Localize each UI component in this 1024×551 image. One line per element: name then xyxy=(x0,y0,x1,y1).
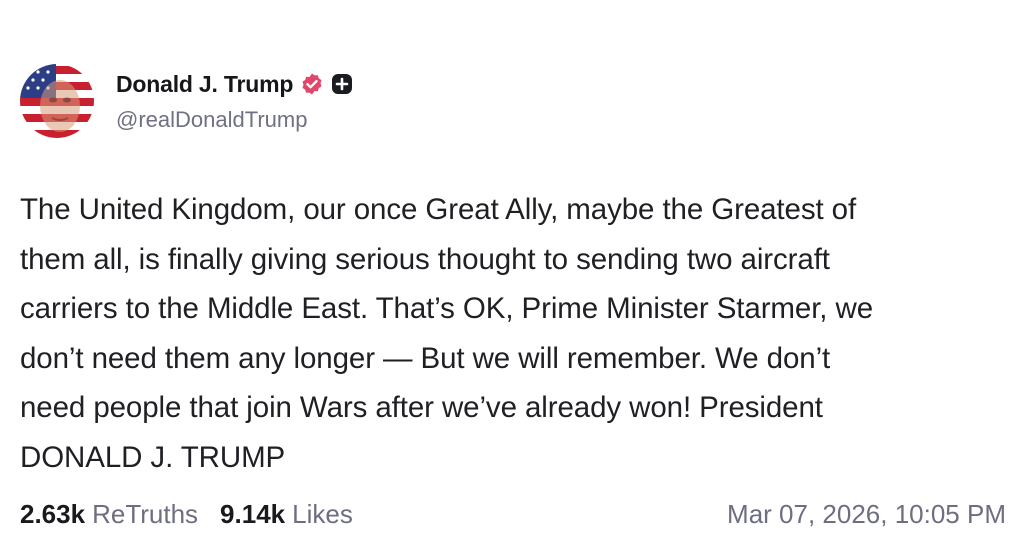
post-footer: 2.63k ReTruths 9.14k Likes Mar 07, 2026,… xyxy=(20,496,1006,532)
likes-label: Likes xyxy=(292,498,353,529)
truth-post: Donald J. Trump @realDonaldTrump The Uni… xyxy=(0,0,1024,551)
retruths-count: 2.63k xyxy=(20,498,86,529)
author-identity: Donald J. Trump @realDonaldTrump xyxy=(116,69,353,133)
likes-stat[interactable]: 9.14k Likes xyxy=(220,499,353,530)
plus-badge-icon xyxy=(331,73,353,95)
avatar[interactable] xyxy=(20,64,94,138)
name-row: Donald J. Trump xyxy=(116,69,353,99)
retruths-label: ReTruths xyxy=(92,498,199,529)
post-timestamp[interactable]: Mar 07, 2026, 10:05 PM xyxy=(727,499,1006,530)
retruths-stat[interactable]: 2.63k ReTruths xyxy=(20,499,198,530)
verified-badge-icon xyxy=(300,72,324,96)
display-name[interactable]: Donald J. Trump xyxy=(116,71,293,98)
flag-portrait-avatar-icon xyxy=(20,64,94,138)
handle[interactable]: @realDonaldTrump xyxy=(116,107,353,133)
post-text: The United Kingdom, our once Great Ally,… xyxy=(20,193,874,474)
likes-count: 9.14k xyxy=(220,498,286,529)
post-header: Donald J. Trump @realDonaldTrump xyxy=(20,62,353,140)
